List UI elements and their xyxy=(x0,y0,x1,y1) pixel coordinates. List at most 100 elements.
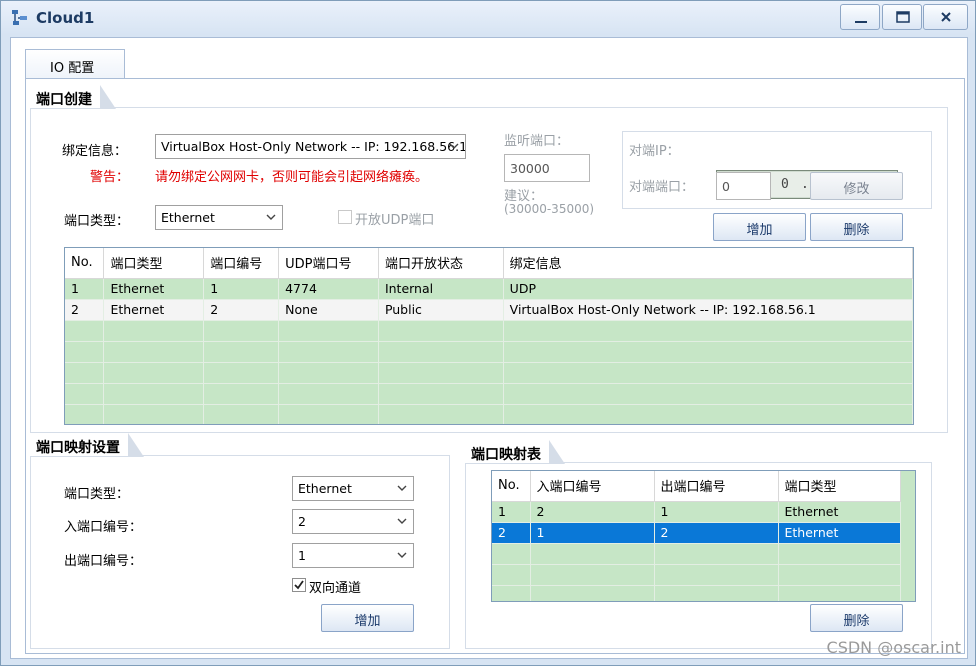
table-cell: 2 xyxy=(203,299,280,321)
table-cell: 1 xyxy=(530,522,655,544)
mapping-port-type-select[interactable]: Ethernet xyxy=(292,476,414,501)
peer-ip-octet-2: 0 xyxy=(781,177,789,192)
watermark: CSDN @oscar.int xyxy=(826,638,961,657)
port-create-group-title: 端口创建 xyxy=(30,85,116,109)
cloud1-window: Cloud1 IO 配置 端口创建 绑定信息： VirtualBox Host-… xyxy=(0,0,976,666)
warning-label: 警告： xyxy=(90,170,130,185)
in-port-select[interactable]: 2 xyxy=(292,509,414,534)
mapping-port-type-value: Ethernet xyxy=(298,481,352,496)
cloud-app-icon xyxy=(12,10,27,25)
table-row[interactable]: 1 2 1 Ethernet xyxy=(492,501,901,523)
window-client-area: IO 配置 端口创建 绑定信息： VirtualBox Host-Only Ne… xyxy=(10,37,968,659)
table-cell: 2 xyxy=(65,299,105,321)
table-cell: 1 xyxy=(492,501,531,523)
column-header[interactable]: 端口类型 xyxy=(103,248,205,279)
binding-info-label: 绑定信息： xyxy=(62,144,128,159)
port-type-select[interactable]: Ethernet xyxy=(155,205,283,230)
bidirectional-label: 双向通道 xyxy=(309,581,362,596)
checkmark-icon xyxy=(294,580,304,590)
empty-row xyxy=(65,341,913,363)
table-cell: 1 xyxy=(654,501,779,523)
table-row[interactable]: 1 Ethernet 1 4774 Internal UDP xyxy=(65,278,913,300)
in-port-value: 2 xyxy=(298,514,306,529)
chevron-down-icon xyxy=(397,485,407,491)
tab-io-config[interactable]: IO 配置 xyxy=(25,49,125,79)
column-header[interactable]: 端口类型 xyxy=(778,471,901,502)
table-cell: 1 xyxy=(65,278,105,300)
table-row[interactable]: 2 Ethernet 2 None Public VirtualBox Host… xyxy=(65,299,913,321)
minimize-button[interactable] xyxy=(840,4,880,30)
open-udp-label: 开放UDP端口 xyxy=(355,213,435,228)
table-cell: Ethernet xyxy=(103,278,205,300)
table-cell: 1 xyxy=(203,278,280,300)
column-header[interactable]: 端口编号 xyxy=(203,248,280,279)
mapping-table-header: No. 入端口编号 出端口编号 端口类型 xyxy=(492,471,901,502)
chevron-down-icon xyxy=(397,518,407,524)
table-cell: Ethernet xyxy=(778,522,901,544)
empty-row xyxy=(65,383,913,405)
peer-ip-label: 对端IP： xyxy=(629,144,680,159)
empty-row xyxy=(65,320,913,342)
maximize-icon xyxy=(896,11,910,23)
peer-port-label: 对端端口： xyxy=(629,180,695,195)
column-header[interactable]: No. xyxy=(65,248,105,279)
column-header[interactable]: UDP端口号 xyxy=(278,248,379,279)
warning-text: 请勿绑定公网网卡，否则可能会引起网络瘫痪。 xyxy=(155,170,429,185)
table-cell: VirtualBox Host-Only Network -- IP: 192.… xyxy=(503,299,913,321)
table-cell: 2 xyxy=(530,501,655,523)
empty-row xyxy=(492,585,901,601)
table-cell: 2 xyxy=(654,522,779,544)
table-cell: 2 xyxy=(492,522,531,544)
mapping-table-group-title: 端口映射表 xyxy=(465,440,565,464)
add-mapping-button[interactable]: 增加 xyxy=(321,604,414,632)
window-title: Cloud1 xyxy=(36,9,95,27)
title-bar[interactable]: Cloud1 xyxy=(1,1,975,35)
delete-mapping-button[interactable]: 删除 xyxy=(810,604,903,632)
listen-port-input[interactable]: 30000 xyxy=(504,154,590,182)
table-cell: UDP xyxy=(503,278,913,300)
chevron-down-icon xyxy=(266,214,276,220)
add-port-button[interactable]: 增加 xyxy=(713,213,806,241)
table-row-selected[interactable]: 2 1 2 Ethernet xyxy=(492,522,901,544)
column-header[interactable]: 绑定信息 xyxy=(503,248,913,279)
chevron-down-icon xyxy=(397,552,407,558)
table-cell: Public xyxy=(378,299,504,321)
close-icon xyxy=(941,12,951,22)
delete-port-button[interactable]: 删除 xyxy=(810,213,903,241)
ports-table-header: No. 端口类型 端口编号 UDP端口号 端口开放状态 绑定信息 xyxy=(65,248,913,279)
binding-info-value: VirtualBox Host-Only Network -- IP: 192.… xyxy=(161,139,466,154)
empty-row xyxy=(492,543,901,565)
open-udp-checkbox[interactable] xyxy=(338,210,352,224)
out-port-label: 出端口编号： xyxy=(64,554,143,569)
chevron-down-icon xyxy=(449,143,459,149)
port-type-label: 端口类型： xyxy=(64,214,130,229)
io-config-panel: 端口创建 绑定信息： VirtualBox Host-Only Network … xyxy=(25,78,965,654)
peer-port-input[interactable]: 0 xyxy=(716,172,771,200)
mapping-table[interactable]: No. 入端口编号 出端口编号 端口类型 1 2 1 Ethernet 2 1 … xyxy=(491,470,916,602)
port-type-value: Ethernet xyxy=(161,210,215,225)
out-port-select[interactable]: 1 xyxy=(292,543,414,568)
out-port-value: 1 xyxy=(298,548,306,563)
mapping-port-type-label: 端口类型： xyxy=(64,487,130,502)
in-port-label: 入端口编号： xyxy=(64,520,143,535)
bidirectional-checkbox[interactable] xyxy=(292,578,306,592)
empty-row xyxy=(65,362,913,384)
table-cell: 4774 xyxy=(278,278,379,300)
column-header[interactable]: 出端口编号 xyxy=(654,471,779,502)
modify-button[interactable]: 修改 xyxy=(810,172,903,200)
table-cell: Ethernet xyxy=(778,501,901,523)
listen-port-label: 监听端口： xyxy=(504,134,570,149)
binding-info-select[interactable]: VirtualBox Host-Only Network -- IP: 192.… xyxy=(155,134,466,159)
maximize-button[interactable] xyxy=(882,4,922,30)
table-cell: Ethernet xyxy=(103,299,205,321)
ports-table[interactable]: No. 端口类型 端口编号 UDP端口号 端口开放状态 绑定信息 1 Ether… xyxy=(64,247,914,425)
close-button[interactable] xyxy=(923,4,968,30)
column-header[interactable]: 入端口编号 xyxy=(530,471,655,502)
ip-dot: . xyxy=(801,177,809,192)
column-header[interactable]: No. xyxy=(492,471,531,502)
table-cell: None xyxy=(278,299,379,321)
mapping-settings-group-title: 端口映射设置 xyxy=(30,433,144,457)
table-cell: Internal xyxy=(378,278,504,300)
empty-row xyxy=(65,404,913,424)
column-header[interactable]: 端口开放状态 xyxy=(378,248,504,279)
